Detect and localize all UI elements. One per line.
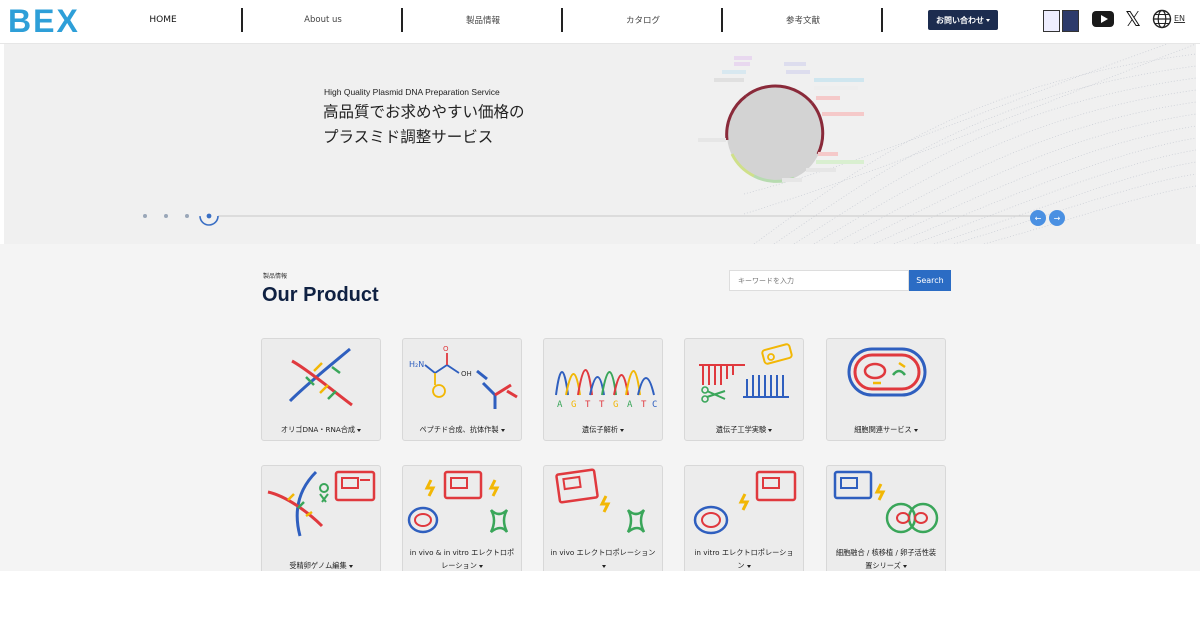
search-input[interactable]: [729, 270, 909, 291]
nav-divider: [881, 8, 883, 32]
product-card-electroporation[interactable]: in vivo & in vitro エレクトロポレーション: [402, 465, 522, 585]
product-card-label: in vivo エレクトロポレーション: [550, 546, 656, 572]
svg-text:T: T: [599, 400, 605, 410]
chevron-down-icon: [348, 564, 353, 568]
page: BEX HOME About us 製品情報 カタログ 参考文献 お問い合わせ …: [0, 0, 1200, 630]
product-card-in-vitro-electroporation[interactable]: in vitro エレクトロポレーション: [684, 465, 804, 585]
chevron-down-icon: [746, 564, 751, 568]
chevron-down-icon: [357, 428, 362, 432]
chevron-down-icon: [619, 428, 624, 432]
iso-badge-icon: [1043, 10, 1060, 32]
product-card-label: 細胞融合 / 核移植 / 卵子活性装置シリーズ: [835, 548, 937, 570]
product-card-peptide[interactable]: H₂N O OH ペプチド合成、抗体作製: [402, 338, 522, 441]
slider-pagination: [143, 206, 1034, 226]
search-button[interactable]: Search: [909, 270, 951, 291]
certification-badges-icon[interactable]: [1043, 6, 1081, 36]
product-card-genome-editing[interactable]: 受精卵ゲノム編集: [261, 465, 381, 585]
nav-divider: [401, 8, 403, 32]
svg-text:A: A: [627, 400, 633, 410]
product-card-label: in vivo & in vitro エレクトロポレーション: [409, 548, 515, 570]
chevron-down-icon: [478, 564, 483, 568]
chevron-down-icon: [902, 564, 907, 568]
product-card-label: 細胞関連サービス: [833, 423, 939, 436]
peptide-antibody-icon: H₂N O OH: [409, 345, 518, 409]
products-section: 製品情報 Our Product Search オリゴDNA・RNA合成 H₂N: [0, 244, 1200, 585]
product-card-label: オリゴDNA・RNA合成: [268, 423, 374, 436]
x-twitter-icon[interactable]: 𝕏: [1124, 7, 1142, 31]
nav-divider: [241, 8, 243, 32]
nav-home[interactable]: HOME: [123, 0, 203, 40]
in-vitro-electroporation-icon: [693, 470, 797, 535]
svg-text:T: T: [641, 400, 647, 410]
product-card-gene-analysis[interactable]: A G T T G A T C 遺伝子解析: [543, 338, 663, 441]
certification-mark-icon: [1062, 10, 1079, 32]
contact-dropdown-button[interactable]: お問い合わせ: [928, 10, 998, 30]
gene-engineering-icon: [699, 343, 793, 403]
nav-about[interactable]: About us: [283, 0, 363, 40]
chevron-down-icon: [986, 18, 990, 22]
cell-icon: [847, 347, 927, 397]
svg-text:O: O: [443, 345, 449, 353]
product-card-oligo[interactable]: オリゴDNA・RNA合成: [261, 338, 381, 441]
chevron-down-icon: [768, 428, 773, 432]
slider-next-button[interactable]: →: [1049, 210, 1065, 226]
svg-text:G: G: [613, 400, 618, 410]
contact-label: お問い合わせ: [936, 15, 984, 25]
product-card-cell-services[interactable]: 細胞関連サービス: [826, 338, 946, 441]
nav-divider: [561, 8, 563, 32]
product-card-label: in vitro エレクトロポレーション: [694, 548, 794, 570]
svg-text:A: A: [557, 400, 563, 410]
electroporation-icon: [407, 470, 509, 534]
brand-logo[interactable]: BEX: [8, 3, 80, 39]
product-card-label: 遺伝子工学実験: [691, 423, 797, 436]
svg-text:C: C: [652, 400, 657, 410]
nav-products[interactable]: 製品情報: [443, 0, 523, 40]
sequencing-chromatogram-icon: A G T T G A T C: [555, 369, 657, 410]
in-vivo-electroporation-icon: [555, 468, 646, 533]
language-switch-en[interactable]: EN: [1174, 14, 1185, 23]
product-card-label: 遺伝子解析: [550, 423, 656, 436]
product-card-cell-fusion[interactable]: 細胞融合 / 核移植 / 卵子活性装置シリーズ: [826, 465, 946, 585]
genome-editing-icon: [267, 470, 376, 537]
product-card-label: ペプチド合成、抗体作製: [409, 423, 515, 436]
svg-text:T: T: [585, 400, 591, 410]
nav-divider: [721, 8, 723, 32]
svg-text:OH: OH: [461, 370, 472, 378]
youtube-icon[interactable]: [1092, 11, 1114, 27]
slider-prev-button[interactable]: ←: [1030, 210, 1046, 226]
chevron-down-icon: [913, 428, 918, 432]
nav-catalog[interactable]: カタログ: [603, 0, 683, 40]
cell-fusion-icon: [833, 470, 939, 534]
product-card-gene-engineering[interactable]: 遺伝子工学実験: [684, 338, 804, 441]
product-card-in-vivo-electroporation[interactable]: in vivo エレクトロポレーション: [543, 465, 663, 585]
section-label: 製品情報: [263, 273, 288, 280]
section-title: Our Product: [262, 284, 379, 306]
chevron-down-icon: [602, 564, 606, 568]
nav-references[interactable]: 参考文献: [763, 0, 843, 40]
dna-helix-icon: [288, 347, 353, 407]
page-bottom-spacer: [0, 571, 1200, 630]
svg-text:G: G: [571, 400, 576, 410]
chevron-down-icon: [500, 428, 505, 432]
hero-slider: High Quality Plasmid DNA Preparation Ser…: [4, 44, 1196, 244]
svg-text:H₂N: H₂N: [409, 360, 424, 369]
globe-icon[interactable]: [1152, 9, 1172, 29]
site-header: BEX HOME About us 製品情報 カタログ 参考文献 お問い合わせ …: [0, 0, 1200, 44]
